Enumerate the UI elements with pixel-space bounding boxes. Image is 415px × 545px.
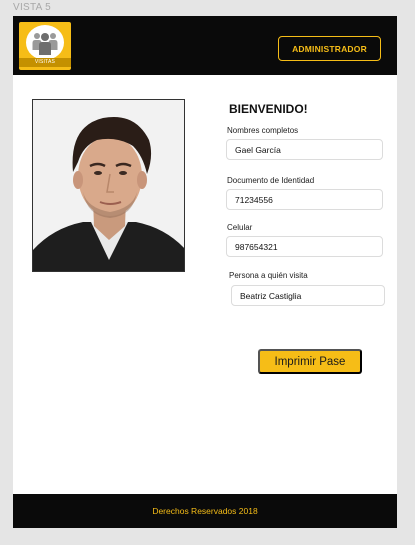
id-document-label: Documento de Identidad [227,176,315,185]
administrator-button[interactable]: ADMINISTRADOR [278,36,381,61]
welcome-title: BIENVENIDO! [229,102,308,116]
full-name-field[interactable]: Gael García [226,139,383,160]
visited-person-label: Persona a quién visita [229,271,308,280]
top-navigation-bar: VISITAS ADMINISTRADOR [13,16,397,75]
print-pass-button[interactable]: Imprimir Pase [258,349,362,374]
app-logo[interactable]: VISITAS [19,22,71,70]
frame-label: VISTA 5 [13,2,52,13]
visitor-pass-screen: VISITAS ADMINISTRADOR BIENVENIDO! Nombre… [13,16,397,528]
footer: Derechos Reservados 2018 [13,494,397,528]
visitor-photo [32,99,185,272]
phone-label: Celular [227,223,253,232]
full-name-label: Nombres completos [227,126,299,135]
footer-copyright: Derechos Reservados 2018 [152,506,258,516]
phone-field[interactable]: 987654321 [226,236,383,257]
visited-person-field[interactable]: Beatriz Castiglia [231,285,385,306]
id-document-field[interactable]: 71234556 [226,189,383,210]
logo-label: VISITAS [19,58,71,67]
people-group-icon [26,25,64,60]
